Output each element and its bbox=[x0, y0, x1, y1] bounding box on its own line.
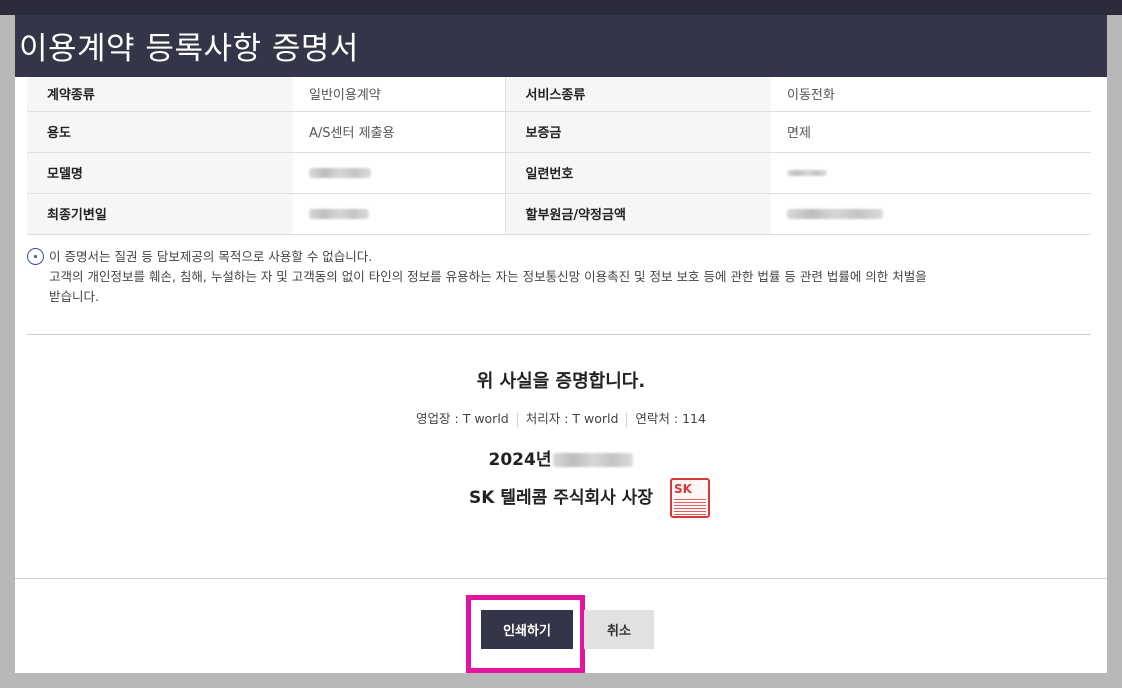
top-strip bbox=[0, 0, 1122, 15]
redacted-value bbox=[787, 208, 883, 219]
redacted-value bbox=[309, 208, 369, 219]
separator bbox=[516, 412, 518, 427]
contact-text: 연락처 : 114 bbox=[635, 411, 706, 426]
contract-type-label: 계약종류 bbox=[27, 77, 293, 112]
contract-info-table: 계약종류 일반이용계약 서비스종류 이동전화 용도 A/S센터 제출용 보증금 … bbox=[27, 77, 1091, 235]
deposit-label: 보증금 bbox=[505, 111, 771, 153]
handler-text: 처리자 : T world bbox=[525, 411, 619, 426]
notice-text-3: 받습니다. bbox=[49, 289, 99, 304]
company-name: SK 텔레콤 주식회사 사장 bbox=[469, 488, 653, 508]
service-type-value: 이동전화 bbox=[771, 77, 1091, 112]
purpose-value: A/S센터 제출용 bbox=[293, 111, 506, 153]
table-row: 모델명 일련번호 bbox=[27, 152, 1091, 194]
last-change-date-value bbox=[293, 193, 506, 235]
purpose-label: 용도 bbox=[27, 111, 293, 153]
deposit-value: 면제 bbox=[771, 111, 1091, 153]
office-text: 영업장 : T world bbox=[416, 411, 509, 426]
separator bbox=[626, 412, 628, 427]
redacted-date bbox=[553, 453, 634, 467]
serial-number-label: 일련번호 bbox=[505, 152, 771, 194]
issue-date: 2024년 bbox=[15, 445, 1107, 470]
last-change-date-label: 최종기변일 bbox=[27, 193, 293, 235]
notice-block: 이 증명서는 질권 등 담보제공의 목적으로 사용할 수 없습니다. 고객의 개… bbox=[27, 247, 1091, 307]
model-name-value bbox=[293, 152, 506, 194]
company-seal-stamp: SK bbox=[670, 478, 710, 518]
notice-text-2: 고객의 개인정보를 훼손, 침해, 누설하는 자 및 고객동의 없이 타인의 정… bbox=[49, 269, 927, 284]
dialog-title: 이용계약 등록사항 증명서 bbox=[19, 31, 359, 67]
installment-amount-value bbox=[771, 193, 1091, 235]
table-row: 최종기변일 할부원금/약정금액 bbox=[27, 193, 1091, 235]
divider bbox=[27, 334, 1091, 335]
print-button[interactable]: 인쇄하기 bbox=[481, 610, 573, 649]
installment-amount-label: 할부원금/약정금액 bbox=[505, 193, 771, 235]
info-icon bbox=[27, 248, 44, 265]
issue-date-year: 2024년 bbox=[488, 450, 552, 470]
redacted-value bbox=[309, 167, 371, 178]
serial-number-value bbox=[771, 152, 1091, 194]
notice-first-line: 이 증명서는 질권 등 담보제공의 목적으로 사용할 수 없습니다. bbox=[27, 247, 1091, 267]
footer-divider bbox=[15, 578, 1107, 579]
issuer-meta: 영업장 : T world 처리자 : T world 연락처 : 114 bbox=[15, 408, 1107, 427]
seal-text: SK bbox=[674, 482, 692, 496]
table-row: 용도 A/S센터 제출용 보증금 면제 bbox=[27, 111, 1091, 153]
table-row: 계약종류 일반이용계약 서비스종류 이동전화 bbox=[27, 77, 1091, 112]
seal-pattern bbox=[674, 497, 706, 515]
service-type-label: 서비스종류 bbox=[505, 77, 771, 112]
contract-type-value: 일반이용계약 bbox=[293, 77, 506, 112]
company-signature: SK 텔레콤 주식회사 사장 bbox=[15, 483, 1107, 508]
notice-text-1: 이 증명서는 질권 등 담보제공의 목적으로 사용할 수 없습니다. bbox=[49, 249, 373, 264]
redacted-value bbox=[787, 169, 827, 176]
certify-statement: 위 사실을 증명합니다. bbox=[476, 371, 646, 392]
dialog-titlebar: 이용계약 등록사항 증명서 bbox=[15, 15, 1107, 77]
certificate-dialog: 이용계약 등록사항 증명서 계약종류 일반이용계약 서비스종류 이동전화 용도 … bbox=[15, 15, 1107, 673]
cancel-button[interactable]: 취소 bbox=[584, 610, 654, 649]
model-name-label: 모델명 bbox=[27, 152, 293, 194]
